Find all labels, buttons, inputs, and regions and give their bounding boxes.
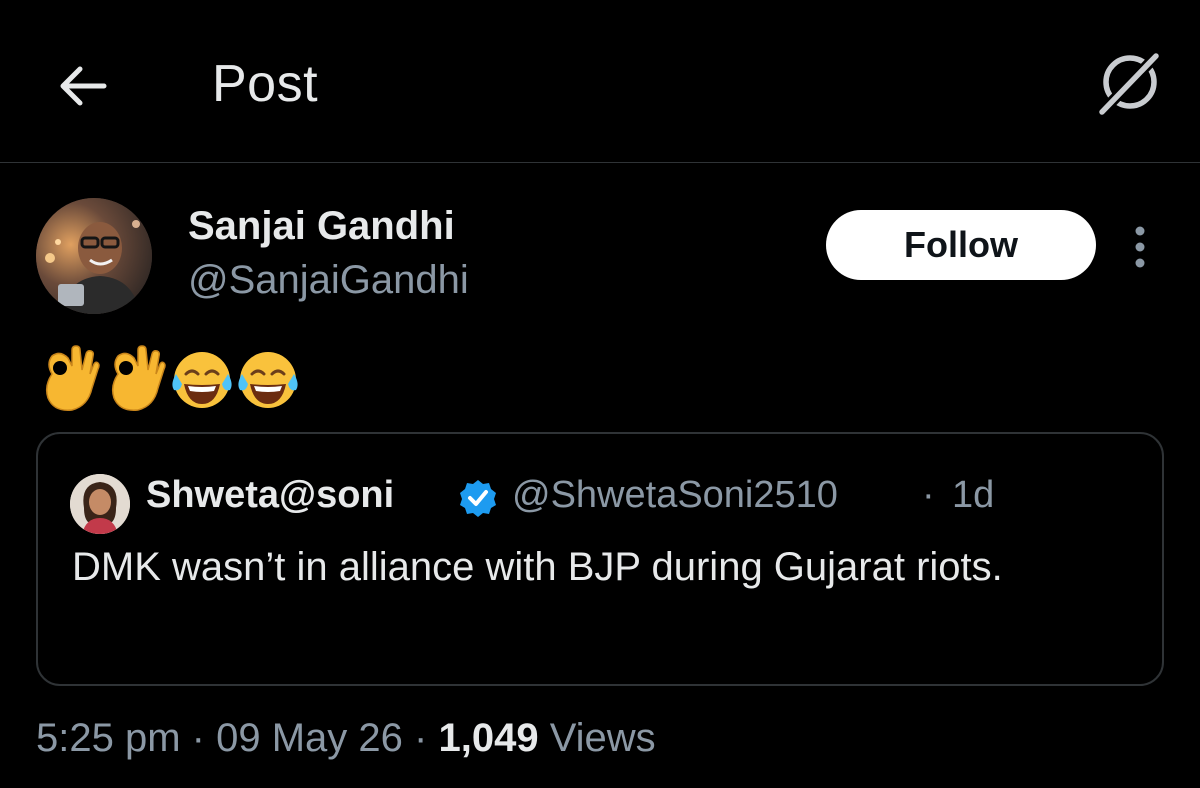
post-time[interactable]: 5:25 pm [36, 716, 181, 760]
author-handle[interactable]: @SanjaiGandhi [188, 258, 469, 303]
back-button[interactable] [52, 56, 112, 116]
grok-button[interactable] [1092, 48, 1164, 120]
grok-icon [1096, 50, 1162, 118]
top-bar: Post [0, 0, 1200, 163]
follow-button[interactable]: Follow [826, 210, 1096, 280]
quoted-author-handle[interactable]: @ShwetaSoni2510 [512, 474, 838, 517]
more-options-button[interactable] [1120, 222, 1160, 272]
quoted-post-text: DMK wasn’t in alliance with BJP during G… [72, 545, 1003, 589]
verified-badge-icon [460, 480, 496, 517]
quoted-post-time[interactable]: 1d [952, 474, 994, 517]
ok-hand-emoji [45, 345, 100, 411]
separator-dot: · [191, 716, 205, 760]
arrow-left-icon [60, 66, 107, 106]
post-text [38, 344, 300, 414]
more-vertical-icon [1135, 226, 1145, 268]
ok-hand-emoji [111, 345, 166, 411]
author-avatar[interactable] [36, 198, 152, 314]
post-date[interactable]: 09 May 26 [216, 716, 403, 760]
author-name[interactable]: Sanjai Gandhi [188, 204, 455, 249]
separator-dot: · [922, 474, 935, 516]
quoted-author-name[interactable]: Shweta@soni [146, 474, 394, 517]
views-count[interactable]: 1,049 [438, 716, 538, 760]
profile-photo [70, 474, 130, 534]
quoted-author-avatar[interactable] [70, 474, 130, 534]
views-label: Views [549, 716, 656, 760]
tears-of-joy-emoji [172, 352, 232, 408]
separator-dot: · [414, 716, 428, 760]
post-meta: 5:25 pm · 09 May 26 · 1,049 Views [36, 716, 656, 761]
tears-of-joy-emoji [238, 352, 298, 408]
page-title: Post [212, 55, 319, 113]
quoted-post[interactable]: Shweta@soni @ShwetaSoni2510 · 1d DMK was… [36, 432, 1164, 686]
profile-photo [36, 198, 152, 314]
